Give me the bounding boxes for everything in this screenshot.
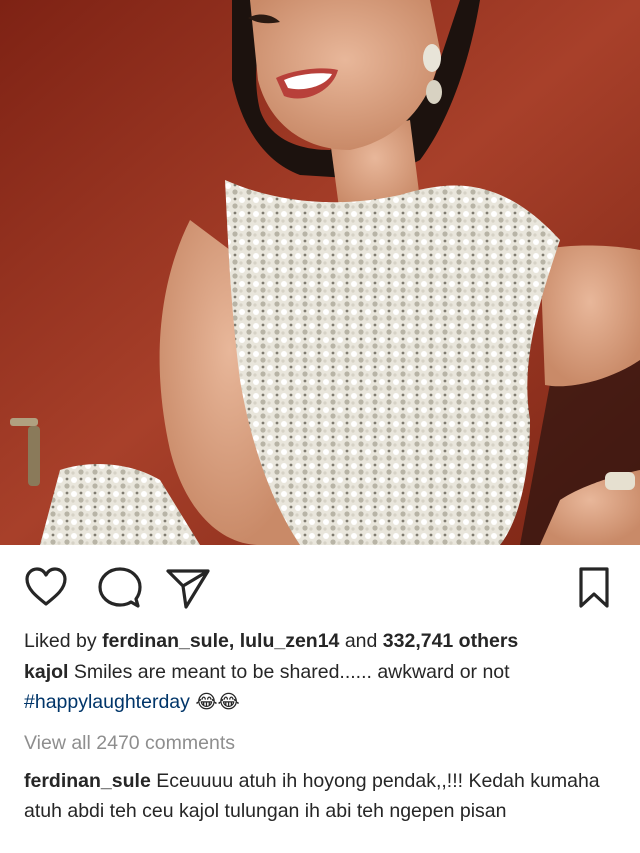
- paper-plane-icon[interactable]: [166, 567, 210, 614]
- post-actions-bar: [0, 545, 640, 627]
- comment-bubble-icon[interactable]: [98, 567, 142, 614]
- liker-username[interactable]: ferdinan_sule: [102, 630, 229, 652]
- post-image[interactable]: [0, 0, 640, 545]
- comment-author[interactable]: ferdinan_sule: [24, 770, 151, 792]
- likes-summary: Liked by ferdinan_sule, lulu_zen14 and 3…: [24, 627, 616, 655]
- caption-text: Smiles are meant to be shared...... awkw…: [73, 661, 510, 683]
- likes-prefix: Liked by: [24, 630, 103, 652]
- liker-username[interactable]: lulu_zen14: [240, 630, 340, 652]
- likes-separator: ,: [228, 630, 240, 652]
- comment-item: ferdinan_sule Eceuuuu atuh ih hoyong pen…: [24, 766, 616, 826]
- hashtag-link[interactable]: #happylaughterday: [24, 691, 190, 713]
- post-caption: kajol Smiles are meant to be shared.....…: [24, 657, 616, 718]
- bookmark-icon[interactable]: [578, 567, 610, 614]
- view-all-comments-link[interactable]: View all 2470 comments: [24, 728, 616, 758]
- post-details: Liked by ferdinan_sule, lulu_zen14 and 3…: [0, 627, 640, 826]
- likes-and: and: [339, 630, 383, 652]
- laughing-emoji: 😂😂: [195, 692, 240, 713]
- post-photo: [0, 0, 640, 545]
- caption-author[interactable]: kajol: [24, 661, 68, 683]
- likes-count-link[interactable]: 332,741 others: [383, 630, 519, 652]
- heart-icon[interactable]: [24, 567, 68, 612]
